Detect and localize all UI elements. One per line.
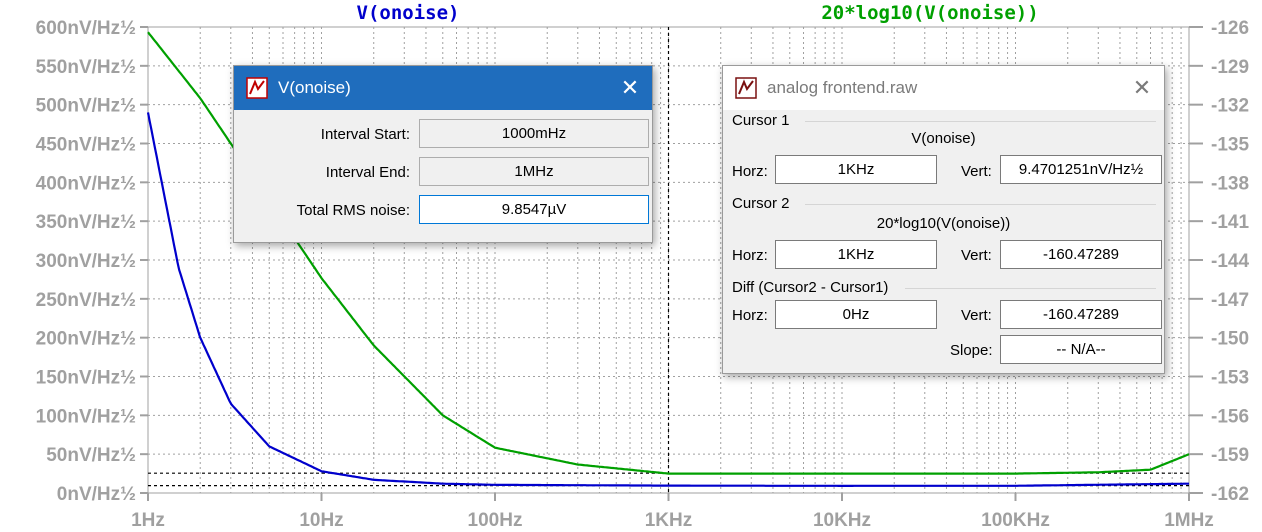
y-left-tick-label: 50nV/Hz½ bbox=[46, 445, 136, 466]
diff-group-label: Diff (Cursor2 - Cursor1) bbox=[732, 279, 889, 296]
y-right-tick-label: -138 bbox=[1211, 173, 1249, 194]
y-left-tick-label: 200nV/Hz½ bbox=[36, 329, 136, 350]
y-right-tick-label: -126 bbox=[1211, 18, 1249, 39]
cursor2-horz-field[interactable]: 1KHz bbox=[775, 240, 937, 269]
y-left-tick-label: 150nV/Hz½ bbox=[36, 368, 136, 389]
y-left-tick-label: 300nV/Hz½ bbox=[36, 251, 136, 272]
group-divider bbox=[905, 288, 1156, 289]
y-right-tick-label: -147 bbox=[1211, 290, 1249, 311]
cursor2-horz-label: Horz: bbox=[732, 247, 768, 264]
y-left-tick-label: 500nV/Hz½ bbox=[36, 96, 136, 117]
interval-end-field[interactable]: 1MHz bbox=[419, 157, 649, 186]
y-left-tick-label: 450nV/Hz½ bbox=[36, 135, 136, 156]
cursor2-group-label: Cursor 2 bbox=[732, 195, 790, 212]
cursor2-vert-field[interactable]: -160.47289 bbox=[1000, 240, 1162, 269]
rms-noise-label: Total RMS noise: bbox=[296, 202, 410, 219]
slope-field[interactable]: -- N/A-- bbox=[1000, 335, 1162, 364]
y-left-tick-label: 350nV/Hz½ bbox=[36, 212, 136, 233]
cursor-titlebar[interactable]: analog frontend.raw ✕ bbox=[723, 66, 1164, 110]
x-tick-label: 10Hz bbox=[299, 510, 343, 531]
cursor-window: analog frontend.raw ✕ Cursor 1 V(onoise)… bbox=[722, 65, 1165, 374]
y-right-tick-label: -141 bbox=[1211, 212, 1249, 233]
rms-noise-window: V(onoise) ✕ Interval Start: 1000mHz Inte… bbox=[233, 65, 653, 243]
slope-label: Slope: bbox=[950, 342, 993, 359]
interval-start-label: Interval Start: bbox=[320, 126, 410, 143]
x-tick-label: 1KHz bbox=[645, 510, 693, 531]
diff-vert-field[interactable]: -160.47289 bbox=[1000, 300, 1162, 329]
group-divider bbox=[805, 204, 1156, 205]
y-left-tick-label: 100nV/Hz½ bbox=[36, 406, 136, 427]
cursor2-vert-label: Vert: bbox=[961, 247, 992, 264]
diff-horz-field[interactable]: 0Hz bbox=[775, 300, 937, 329]
x-tick-label: 10KHz bbox=[813, 510, 871, 531]
cursor1-vert-field[interactable]: 9.4701251nV/Hz½ bbox=[1000, 155, 1162, 184]
interval-end-label: Interval End: bbox=[325, 164, 410, 181]
close-icon[interactable]: ✕ bbox=[1120, 66, 1164, 110]
y-left-tick-label: 600nV/Hz½ bbox=[36, 18, 136, 39]
y-left-tick-label: 550nV/Hz½ bbox=[36, 57, 136, 78]
y-right-tick-label: -162 bbox=[1211, 484, 1249, 505]
x-tick-label: 100Hz bbox=[468, 510, 523, 531]
rms-noise-field[interactable]: 9.8547µV bbox=[419, 195, 649, 224]
cursor1-vert-label: Vert: bbox=[961, 163, 992, 180]
y-right-tick-label: -132 bbox=[1211, 96, 1249, 117]
y-right-tick-label: -150 bbox=[1211, 329, 1249, 350]
y-right-tick-label: -156 bbox=[1211, 406, 1249, 427]
y-right-tick-label: -144 bbox=[1211, 251, 1249, 272]
x-tick-label: 1MHz bbox=[1164, 510, 1214, 531]
left-trace-label[interactable]: V(onoise) bbox=[357, 2, 460, 24]
x-tick-label: 100KHz bbox=[981, 510, 1050, 531]
y-right-tick-label: -129 bbox=[1211, 57, 1249, 78]
y-right-tick-label: -135 bbox=[1211, 135, 1249, 156]
close-icon[interactable]: ✕ bbox=[608, 66, 652, 110]
ltspice-logo-icon bbox=[735, 77, 757, 99]
diff-horz-label: Horz: bbox=[732, 307, 768, 324]
rms-noise-titlebar[interactable]: V(onoise) ✕ bbox=[234, 66, 652, 110]
y-right-tick-label: -153 bbox=[1211, 368, 1249, 389]
group-divider bbox=[805, 121, 1156, 122]
cursor-window-title: analog frontend.raw bbox=[767, 78, 918, 97]
y-left-tick-label: 250nV/Hz½ bbox=[36, 290, 136, 311]
cursor1-horz-field[interactable]: 1KHz bbox=[775, 155, 937, 184]
rms-noise-title: V(onoise) bbox=[278, 78, 351, 97]
y-left-tick-label: 400nV/Hz½ bbox=[36, 173, 136, 194]
y-left-tick-label: 0nV/Hz½ bbox=[57, 484, 136, 505]
interval-start-field[interactable]: 1000mHz bbox=[419, 119, 649, 148]
ltspice-logo-icon bbox=[246, 77, 268, 99]
right-trace-label[interactable]: 20*log10(V(onoise)) bbox=[821, 2, 1038, 24]
x-tick-label: 1Hz bbox=[131, 510, 165, 531]
cursor1-horz-label: Horz: bbox=[732, 163, 768, 180]
cursor2-trace-name: 20*log10(V(onoise)) bbox=[876, 215, 1011, 232]
cursor1-trace-name: V(onoise) bbox=[911, 130, 976, 147]
y-right-tick-label: -159 bbox=[1211, 445, 1249, 466]
cursor1-group-label: Cursor 1 bbox=[732, 112, 790, 129]
diff-vert-label: Vert: bbox=[961, 307, 992, 324]
